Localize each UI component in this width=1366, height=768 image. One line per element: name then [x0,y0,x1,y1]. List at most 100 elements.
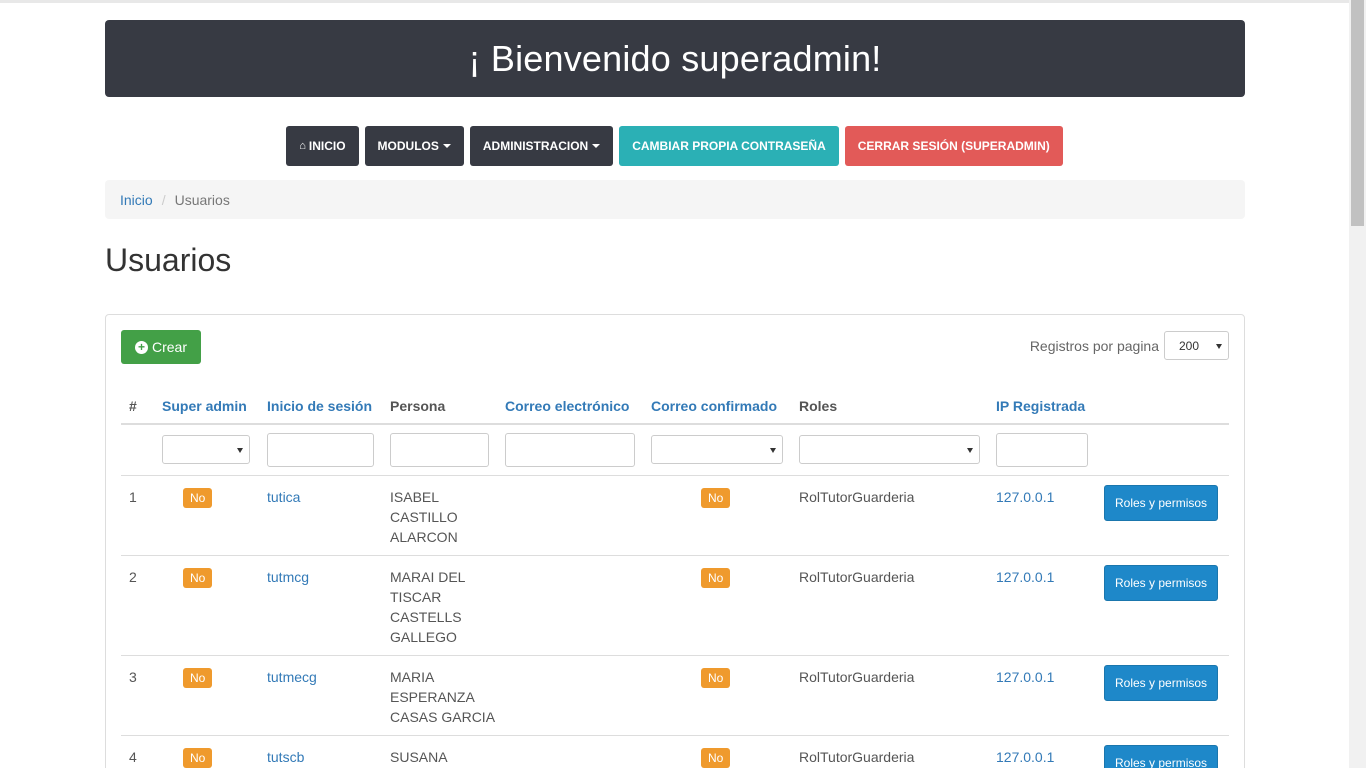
login-link[interactable]: tutica [267,489,300,505]
persona-cell: SUSANACARRERA [382,735,497,768]
logout-button[interactable]: CERRAR SESIÓN (SUPERADMIN) [844,126,1063,166]
login-link[interactable]: tutmcg [267,569,309,585]
roles-permissions-button[interactable]: Roles y permisos [1104,744,1219,768]
super-admin-cell: No [154,655,259,736]
select-arrow-icon [967,448,973,454]
ip-link[interactable]: 127.0.0.1 [996,749,1054,765]
change-password-button[interactable]: CAMBIAR PROPIA CONTRASEÑA [619,126,839,166]
caret-down-icon [592,144,601,148]
table-row: 1 No tutica ISABEL CASTILLO ALARCON No RolTutor… [121,475,1229,556]
login-filter-input[interactable] [267,432,374,467]
ip-cell: 127.0.0.1 [988,655,1096,736]
administracion-dropdown[interactable]: ADMINISTRACION [469,126,614,166]
users-panel: + Crear Registros por pagina 200 # Super… [105,314,1245,768]
persona-cell: ISABEL CASTILLO ALARCON [382,475,497,556]
col-email-confirmed-header[interactable]: Correo confirmado [643,388,791,425]
col-ip-header[interactable]: IP Registrada [988,388,1096,425]
persona-line: CASAS GARCIA [390,708,496,725]
table-row: 2 No tutmcg MARAI DEL TISCAR CASTELLS GALLEGO N… [121,555,1229,656]
modulos-dropdown[interactable]: MODULOS [364,126,464,166]
roles-filter-select[interactable] [799,435,980,465]
roles-permissions-button[interactable]: Roles y permisos [1104,564,1219,601]
breadcrumb: Inicio / Usuarios [105,180,1245,219]
email-cell [497,555,643,656]
super-admin-cell: No [154,735,259,768]
records-per-page-select[interactable]: 200 [1164,331,1229,360]
select-arrow-icon [770,448,776,454]
crear-button[interactable]: + Crear [121,330,201,364]
col-email-header[interactable]: Correo electrónico [497,388,643,425]
persona-cell: MARIA ESPERANZA CASAS GARCIA [382,655,497,736]
ip-link[interactable]: 127.0.0.1 [996,669,1054,685]
crear-label: Crear [151,339,187,355]
records-per-page-label: Registros por pagina [1029,337,1159,354]
email-confirmed-cell: No [643,735,791,768]
login-cell: tutmcg [259,555,382,656]
breadcrumb-home-link[interactable]: Inicio [120,192,153,208]
email-confirmed-cell: No [643,655,791,736]
email-cell [497,655,643,736]
super-admin-badge: No [183,667,213,688]
super-admin-filter-select[interactable] [162,435,250,465]
login-link[interactable]: tutscb [267,749,304,765]
select-arrow-icon [1216,344,1222,349]
persona-line: MARIA [390,668,435,685]
top-border [0,0,1349,3]
persona-line: ESPERANZA [390,688,475,705]
inicio-label: INICIO [308,139,346,153]
email-cell [497,475,643,556]
roles-permissions-button[interactable]: Roles y permisos [1104,664,1219,701]
roles-cell: RolTutorGuarderia [791,555,988,656]
persona-line: MARAI DEL [390,568,466,585]
breadcrumb-separator: / [161,191,166,208]
super-admin-badge: No [183,747,213,768]
email-confirmed-cell: No [643,555,791,656]
email-confirmed-filter-select[interactable] [651,435,783,465]
ip-link[interactable]: 127.0.0.1 [996,489,1054,505]
actions-cell: Roles y permisos [1096,475,1229,556]
ip-filter-input[interactable] [996,432,1088,467]
roles-cell: RolTutorGuarderia [791,655,988,736]
roles-cell: RolTutorGuarderia [791,735,988,768]
scrollbar-thumb[interactable] [1351,0,1364,226]
email-confirmed-cell: No [643,475,791,556]
home-icon: ⌂ [299,140,306,152]
breadcrumb-current: Usuarios [174,191,230,208]
main-nav: ⌂ INICIO MODULOS ADMINISTRACION CAMBIAR … [0,126,1349,166]
filter-row [121,424,1229,476]
actions-cell: Roles y permisos [1096,555,1229,656]
col-login-header[interactable]: Inicio de sesión [259,388,382,425]
page-scrollbar[interactable] [1349,0,1366,768]
email-filter-input[interactable] [505,432,635,467]
filter-cell-empty [121,424,154,476]
super-admin-cell: No [154,555,259,656]
col-super-admin-header[interactable]: Super admin [154,388,259,425]
ip-link[interactable]: 127.0.0.1 [996,569,1054,585]
administracion-label: ADMINISTRACION [482,139,589,153]
row-number: 2 [121,555,154,656]
plus-circle-icon: + [134,340,148,354]
filter-cell-empty [1096,424,1229,476]
ip-cell: 127.0.0.1 [988,475,1096,556]
col-actions-header [1096,388,1229,425]
row-number: 3 [121,655,154,736]
modulos-label: MODULOS [377,139,439,153]
welcome-banner: ¡ Bienvenido superadmin! [105,20,1245,97]
page-title: Usuarios [105,242,232,278]
email-confirmed-badge: No [701,667,731,688]
select-arrow-icon [237,448,243,454]
persona-line: GALLEGO [390,628,457,645]
persona-filter-input[interactable] [390,432,489,467]
super-admin-cell: No [154,475,259,556]
login-link[interactable]: tutmecg [267,669,317,685]
persona-line: TISCAR [390,588,442,605]
col-roles-header: Roles [791,388,988,425]
inicio-button[interactable]: ⌂ INICIO [286,126,359,166]
roles-permissions-button[interactable]: Roles y permisos [1104,484,1219,521]
persona-line: ISABEL [390,488,440,505]
row-number: 1 [121,475,154,556]
logout-label: CERRAR SESIÓN (SUPERADMIN) [857,139,1050,153]
table-row: 4 No tutscb SUSANACARRERA No RolTutorGuarderi… [121,735,1229,768]
table-row: 3 No tutmecg MARIA ESPERANZA CASAS GARCIA No Ro… [121,655,1229,736]
actions-cell: Roles y permisos [1096,735,1229,768]
